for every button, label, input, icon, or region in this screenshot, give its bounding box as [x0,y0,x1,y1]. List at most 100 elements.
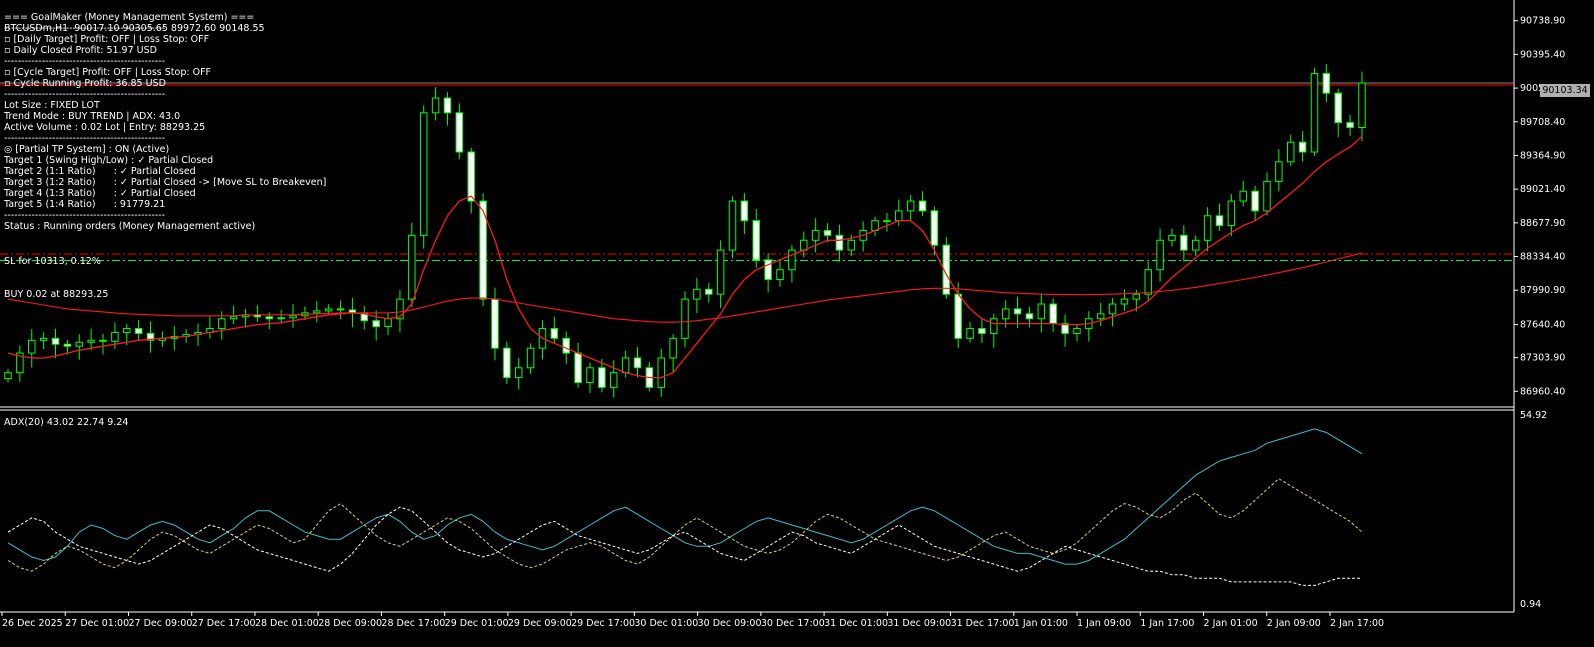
candle-body [1120,298,1129,305]
price-tick-label: 89708.40 [1520,117,1565,128]
candle-body [1251,190,1259,212]
candle-body [1013,308,1022,315]
candle-body [336,308,345,311]
candle-body [990,318,998,334]
ea-panel-line: ----------------------------------------… [4,89,166,100]
candle-body [954,293,962,339]
ea-panel-line: ----------------------------------------… [4,56,166,67]
candle-body [1025,313,1034,320]
candle-body [705,288,713,295]
candle-body [289,315,297,319]
candle-body [75,341,84,347]
candle-body [1346,122,1354,128]
candle-body [633,357,642,369]
candle-body [431,97,440,114]
candle-body [609,372,618,388]
candle-body [918,200,927,212]
ea-panel-line: Target 4 (1:3 Ratio) : ✓ Partial Closed [4,188,196,199]
candle-body [1096,313,1105,320]
candle-body [526,347,535,369]
candle-body [669,337,677,359]
candle-body [930,210,939,246]
candle-body [764,259,772,281]
candle-body [1334,92,1342,124]
candle-body [966,328,974,339]
price-tick-label: 87990.90 [1520,285,1565,296]
adx-series-adx [7,428,1363,565]
candle-body [372,320,380,328]
candle-body [443,97,452,114]
candle-body [1037,303,1046,320]
candle-body [514,367,523,379]
candle-body [883,220,891,223]
candle-body [752,220,761,261]
candle-body [1298,141,1307,153]
candle-body [1227,200,1236,227]
candle-body [134,328,143,334]
candle-body [728,200,737,251]
time-tick-label: 30 Dec 01:00 [634,618,698,629]
candle-body [467,151,475,202]
candle-body [823,229,832,236]
candle-body [811,229,820,241]
candle-body [1073,328,1081,334]
candle-body [681,298,689,339]
candle-body [123,328,131,333]
candle-body [550,328,559,339]
price-tick-label: 86960.40 [1520,386,1565,397]
candle-body [419,112,428,236]
time-tick-label: 30 Dec 09:00 [698,618,762,629]
candle-body [740,200,749,222]
candle-body [1001,308,1010,320]
candle-body [586,367,594,383]
candle-body [847,239,856,251]
candle-body [491,298,499,349]
candle-body [906,200,915,212]
time-tick-label: 27 Dec 09:00 [128,618,192,629]
price-tick-label: 88677.90 [1520,218,1565,229]
candle-body [1286,141,1295,163]
candle-body [455,112,464,153]
ea-panel-line: Target 2 (1:1 Ratio) : ✓ Partial Closed [4,166,196,177]
current-price-badge: 90103.34 [1540,84,1590,97]
candle-body [1156,239,1164,271]
candle-body [1168,234,1176,241]
price-tick-label: 90395.40 [1520,49,1565,60]
trade-lines-labels: SL for 10313, 0.12% BUY 0.02 at 88293.25 [4,234,108,311]
ea-panel-line: ----------------------------------------… [4,23,166,34]
candle-body [277,317,285,320]
candle-body [99,339,107,342]
time-tick-label: 1 Jan 17:00 [1140,618,1194,629]
candle-body [63,343,72,347]
time-tick-label: 1 Jan 09:00 [1077,618,1131,629]
candle-body [1310,73,1319,153]
candle-body [87,339,95,343]
time-tick-label: 28 Dec 01:00 [255,618,319,629]
candle-body [1144,269,1152,295]
time-tick-label: 1 Jan 01:00 [1014,618,1068,629]
price-tick-label: 88334.40 [1520,252,1565,263]
time-tick-label: 31 Dec 09:00 [887,618,951,629]
adx-series-minus_di [7,506,1362,586]
time-tick-label: 2 Jan 09:00 [1267,618,1321,629]
candle-body [313,310,321,314]
ea-panel-line: Lot Size : FIXED LOT [4,100,100,111]
candle-body [1215,215,1224,227]
candle-body [1275,161,1283,182]
sl-line-label: SL for 10313, 0.12% [4,256,101,267]
candle-body [39,337,48,341]
candle-body [384,318,392,328]
adx-layer [7,428,1363,586]
time-tick-label: 29 Dec 09:00 [508,618,572,629]
candle-body [396,298,404,320]
time-tick-label: 2 Jan 01:00 [1204,618,1258,629]
price-tick-label: 89364.90 [1520,150,1565,161]
candle-body [111,331,119,342]
time-tick-label: 29 Dec 01:00 [445,618,509,629]
time-tick-label: 29 Dec 17:00 [571,618,635,629]
candle-body [4,372,12,380]
price-tick-label: 87640.40 [1520,320,1565,331]
candle-body [1180,234,1188,251]
price-tick-label: 90738.90 [1520,16,1565,27]
ea-info-panel: === GoalMaker (Money Management System) … [4,12,326,232]
